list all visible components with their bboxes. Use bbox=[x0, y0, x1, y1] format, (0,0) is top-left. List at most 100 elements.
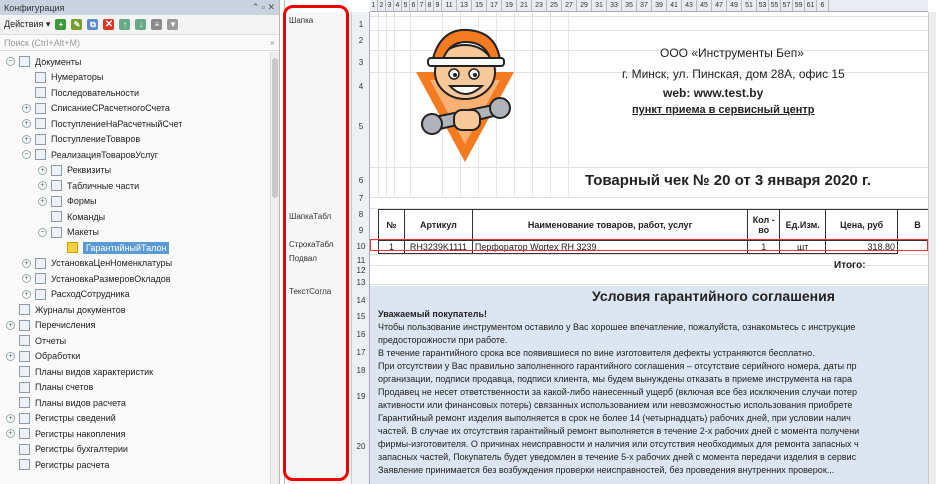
column-header[interactable]: 29 bbox=[577, 0, 592, 11]
tree-item[interactable]: + УстановкаЦенНоменклатуры bbox=[22, 256, 172, 271]
column-header[interactable]: 37 bbox=[637, 0, 652, 11]
row-number[interactable]: 15 bbox=[352, 312, 370, 321]
column-header[interactable]: 45 bbox=[697, 0, 712, 11]
column-header[interactable]: 5 bbox=[402, 0, 410, 11]
tree-item[interactable]: + РасходСотрудника bbox=[22, 287, 130, 302]
row-number[interactable]: 8 bbox=[352, 210, 370, 219]
row-number[interactable]: 18 bbox=[352, 366, 370, 375]
actions-menu[interactable]: Действия ▾ bbox=[4, 19, 50, 30]
tree-item[interactable]: + СписаниеСРасчетногоСчета bbox=[22, 101, 170, 116]
column-header[interactable]: 57 bbox=[781, 0, 793, 11]
copy-icon[interactable]: ⧉ bbox=[87, 19, 99, 30]
row-number[interactable]: 9 bbox=[352, 226, 370, 235]
expand-toggle-icon[interactable]: − bbox=[22, 150, 31, 159]
tree-item[interactable]: + Обработки bbox=[6, 349, 80, 364]
tree-item[interactable]: + Регистры сведений bbox=[6, 411, 116, 426]
row-number[interactable]: 11 bbox=[352, 256, 370, 265]
move-down-icon[interactable]: ↓ bbox=[135, 19, 147, 30]
column-header[interactable]: 61 bbox=[805, 0, 817, 11]
tree-item[interactable]: Регистры бухгалтерии bbox=[6, 442, 128, 457]
tree-item[interactable]: − Макеты bbox=[38, 225, 99, 240]
column-header[interactable]: 53 bbox=[757, 0, 769, 11]
tree-item[interactable]: + Формы bbox=[38, 194, 97, 209]
row-number[interactable]: 5 bbox=[352, 122, 370, 131]
add-icon[interactable]: + bbox=[55, 19, 67, 30]
column-header[interactable]: 15 bbox=[472, 0, 487, 11]
sheet-scrollbar[interactable] bbox=[928, 12, 936, 484]
expand-toggle-icon[interactable]: + bbox=[22, 274, 31, 283]
filter-icon[interactable]: ▼ bbox=[167, 19, 179, 30]
row-number[interactable]: 16 bbox=[352, 330, 370, 339]
tree-item[interactable]: ГарантийныйТалон bbox=[54, 240, 170, 255]
tree-item[interactable]: + УстановкаРазмеровОкладов bbox=[22, 271, 171, 286]
tree-item[interactable]: Отчеты bbox=[6, 333, 66, 348]
column-header[interactable]: 4 bbox=[394, 0, 402, 11]
column-header[interactable]: 47 bbox=[712, 0, 727, 11]
column-header[interactable]: 1 bbox=[370, 0, 378, 11]
move-up-icon[interactable]: ↑ bbox=[119, 19, 131, 30]
expand-toggle-icon[interactable]: + bbox=[6, 351, 15, 361]
tree-scrollbar[interactable] bbox=[270, 52, 279, 484]
expand-toggle-icon[interactable]: + bbox=[6, 413, 15, 423]
column-header[interactable]: 3 bbox=[386, 0, 394, 11]
row-number[interactable]: 12 bbox=[352, 266, 370, 275]
column-header[interactable]: 51 bbox=[742, 0, 757, 11]
tree-item[interactable]: Нумераторы bbox=[22, 70, 103, 85]
column-header[interactable]: 23 bbox=[532, 0, 547, 11]
expand-toggle-icon[interactable]: + bbox=[38, 165, 47, 175]
search-field[interactable]: Поиск (Ctrl+Alt+M) × bbox=[0, 35, 279, 51]
tree-item[interactable]: − РеализацияТоваровУслуг bbox=[22, 147, 158, 162]
tree-item[interactable]: Команды bbox=[38, 209, 105, 224]
column-header[interactable]: 9 bbox=[434, 0, 442, 11]
tree-item[interactable]: + ПоступлениеТоваров bbox=[22, 132, 140, 147]
column-header[interactable]: 35 bbox=[622, 0, 637, 11]
tree-item[interactable]: + ПоступлениеНаРасчетныйСчет bbox=[22, 116, 182, 131]
expand-toggle-icon[interactable]: + bbox=[38, 196, 47, 206]
tree-item[interactable]: Планы видов характеристик bbox=[6, 364, 153, 379]
column-header[interactable]: 27 bbox=[562, 0, 577, 11]
column-header[interactable]: 11 bbox=[442, 0, 457, 11]
tree-item[interactable]: + Регистры накопления bbox=[6, 426, 126, 441]
tree-item[interactable]: + Табличные части bbox=[38, 178, 139, 193]
search-input[interactable]: Поиск (Ctrl+Alt+M) bbox=[4, 38, 80, 48]
row-number[interactable]: 3 bbox=[352, 58, 370, 67]
column-header[interactable]: 59 bbox=[793, 0, 805, 11]
column-header[interactable]: 6 bbox=[410, 0, 418, 11]
row-number[interactable]: 19 bbox=[352, 392, 370, 401]
window-buttons[interactable]: ⌃ ▫ ✕ bbox=[252, 2, 275, 13]
tree-item[interactable]: Журналы документов bbox=[6, 302, 125, 317]
row-number[interactable]: 7 bbox=[352, 194, 370, 203]
column-header[interactable]: 25 bbox=[547, 0, 562, 11]
column-header[interactable]: 41 bbox=[667, 0, 682, 11]
expand-toggle-icon[interactable]: + bbox=[6, 320, 15, 330]
tree-item[interactable]: Регистры расчета bbox=[6, 457, 109, 472]
column-header[interactable]: 49 bbox=[727, 0, 742, 11]
column-header[interactable]: 39 bbox=[652, 0, 667, 11]
column-header[interactable]: 43 bbox=[682, 0, 697, 11]
column-header[interactable]: 7 bbox=[418, 0, 426, 11]
tree-item[interactable]: − Документы bbox=[6, 54, 81, 69]
column-header[interactable]: 19 bbox=[502, 0, 517, 11]
column-header[interactable]: 55 bbox=[769, 0, 781, 11]
delete-icon[interactable]: ✕ bbox=[103, 19, 115, 30]
expand-toggle-icon[interactable]: + bbox=[38, 181, 47, 190]
column-header[interactable]: 31 bbox=[592, 0, 607, 11]
expand-toggle-icon[interactable]: + bbox=[22, 134, 31, 144]
expand-toggle-icon[interactable]: + bbox=[6, 429, 15, 438]
expand-toggle-icon[interactable]: + bbox=[22, 119, 31, 128]
row-number[interactable]: 1 bbox=[352, 20, 370, 29]
expand-toggle-icon[interactable]: − bbox=[6, 57, 15, 66]
row-number[interactable]: 4 bbox=[352, 82, 370, 91]
row-number[interactable]: 14 bbox=[352, 296, 370, 305]
spreadsheet-area[interactable]: ООО «Инструменты Беп» г. Минск, ул. Пинс… bbox=[370, 12, 928, 484]
expand-toggle-icon[interactable]: + bbox=[22, 289, 31, 299]
column-header[interactable]: 8 bbox=[426, 0, 434, 11]
column-header[interactable]: 13 bbox=[457, 0, 472, 11]
tree-item[interactable]: + Реквизиты bbox=[38, 163, 111, 178]
column-header[interactable]: 21 bbox=[517, 0, 532, 11]
row-number[interactable]: 2 bbox=[352, 36, 370, 45]
expand-toggle-icon[interactable]: + bbox=[22, 258, 31, 268]
row-number[interactable]: 6 bbox=[352, 176, 370, 185]
expand-toggle-icon[interactable]: + bbox=[22, 103, 31, 113]
row-number[interactable]: 20 bbox=[352, 442, 370, 451]
